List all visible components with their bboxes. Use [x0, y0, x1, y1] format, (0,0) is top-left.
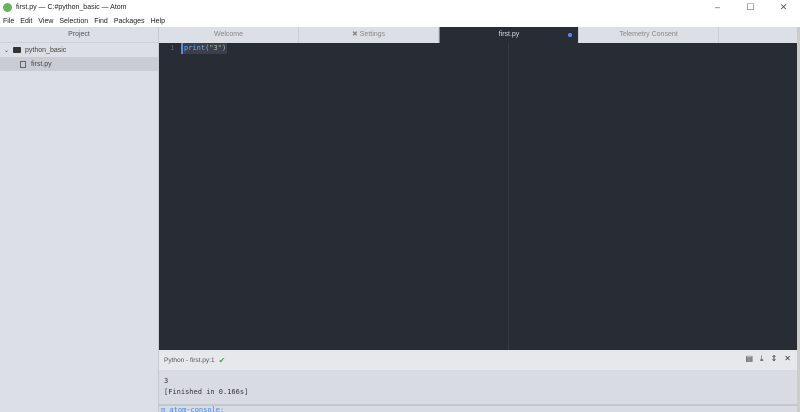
- menu-edit[interactable]: Edit: [20, 18, 32, 25]
- tab-telemetry-consent[interactable]: Telemetry Consent: [579, 27, 719, 43]
- code-editor[interactable]: 1 print("3"): [159, 43, 797, 350]
- tab-settings[interactable]: ✖ Settings: [299, 27, 439, 43]
- tree-folder-python-basic[interactable]: ⌄ python_basic: [0, 43, 158, 57]
- wrap-guide: [508, 43, 509, 350]
- line-number: 1: [170, 44, 174, 52]
- folder-label: python_basic: [25, 46, 67, 54]
- tab-first-py[interactable]: first.py: [439, 27, 579, 43]
- close-panel-icon[interactable]: ✕: [784, 354, 791, 364]
- title-bar: first.py — C:#python_basic — Atom – ☐ ✕: [0, 0, 800, 15]
- atom-logo-icon: [3, 3, 12, 12]
- menu-file[interactable]: File: [3, 18, 14, 25]
- panel-title: Python - first.py:1: [164, 356, 215, 364]
- tab-label: Settings: [359, 31, 386, 38]
- close-button[interactable]: ✕: [767, 0, 800, 15]
- menu-help[interactable]: Help: [151, 18, 165, 25]
- copy-icon[interactable]: ▤: [745, 354, 753, 364]
- file-label: first.py: [31, 60, 52, 68]
- check-icon: ✔: [218, 355, 226, 365]
- tools-icon: ✖: [351, 31, 358, 38]
- menu-bar: File Edit View Selection Find Packages H…: [0, 15, 800, 27]
- code-line[interactable]: print("3"): [181, 43, 228, 54]
- code-string: "3": [209, 44, 222, 52]
- console-bar[interactable]: ⊡ atom-console:: [159, 404, 797, 412]
- folder-icon: [13, 47, 22, 53]
- output-line: [Finished in 0.166s]: [164, 388, 249, 396]
- download-icon[interactable]: ⤓: [760, 354, 764, 364]
- script-output: 3 [Finished in 0.166s]: [159, 370, 797, 404]
- tab-label: Telemetry Consent: [619, 31, 678, 38]
- code-paren: ): [221, 44, 227, 52]
- tab-label: Welcome: [213, 31, 244, 38]
- output-line: 3: [164, 377, 169, 385]
- menu-find[interactable]: Find: [94, 18, 108, 25]
- modified-dot-icon: [568, 33, 572, 37]
- tree-file-first-py[interactable]: first.py: [0, 57, 158, 71]
- menu-packages[interactable]: Packages: [114, 18, 145, 25]
- maximize-button[interactable]: ☐: [734, 0, 767, 15]
- tab-welcome[interactable]: Welcome: [159, 27, 299, 43]
- file-icon: [20, 60, 26, 68]
- resize-icon[interactable]: ⇕: [771, 354, 778, 364]
- project-sidebar: Project ⌄ python_basic first.py: [0, 27, 159, 412]
- sidebar-header: Project: [0, 27, 158, 43]
- code-function: print: [184, 44, 206, 52]
- script-panel-header: Python - first.py:1 ✔ ▤ ⤓ ⇕ ✕: [159, 350, 797, 370]
- tab-label: first.py: [498, 31, 520, 38]
- minimize-button[interactable]: –: [701, 0, 734, 15]
- window-title: first.py — C:#python_basic — Atom: [16, 4, 127, 11]
- tab-bar: Welcome ✖ Settings first.py Telemetry Co…: [159, 27, 797, 43]
- menu-view[interactable]: View: [38, 18, 53, 25]
- chevron-down-icon: ⌄: [4, 47, 10, 54]
- menu-selection[interactable]: Selection: [59, 18, 88, 25]
